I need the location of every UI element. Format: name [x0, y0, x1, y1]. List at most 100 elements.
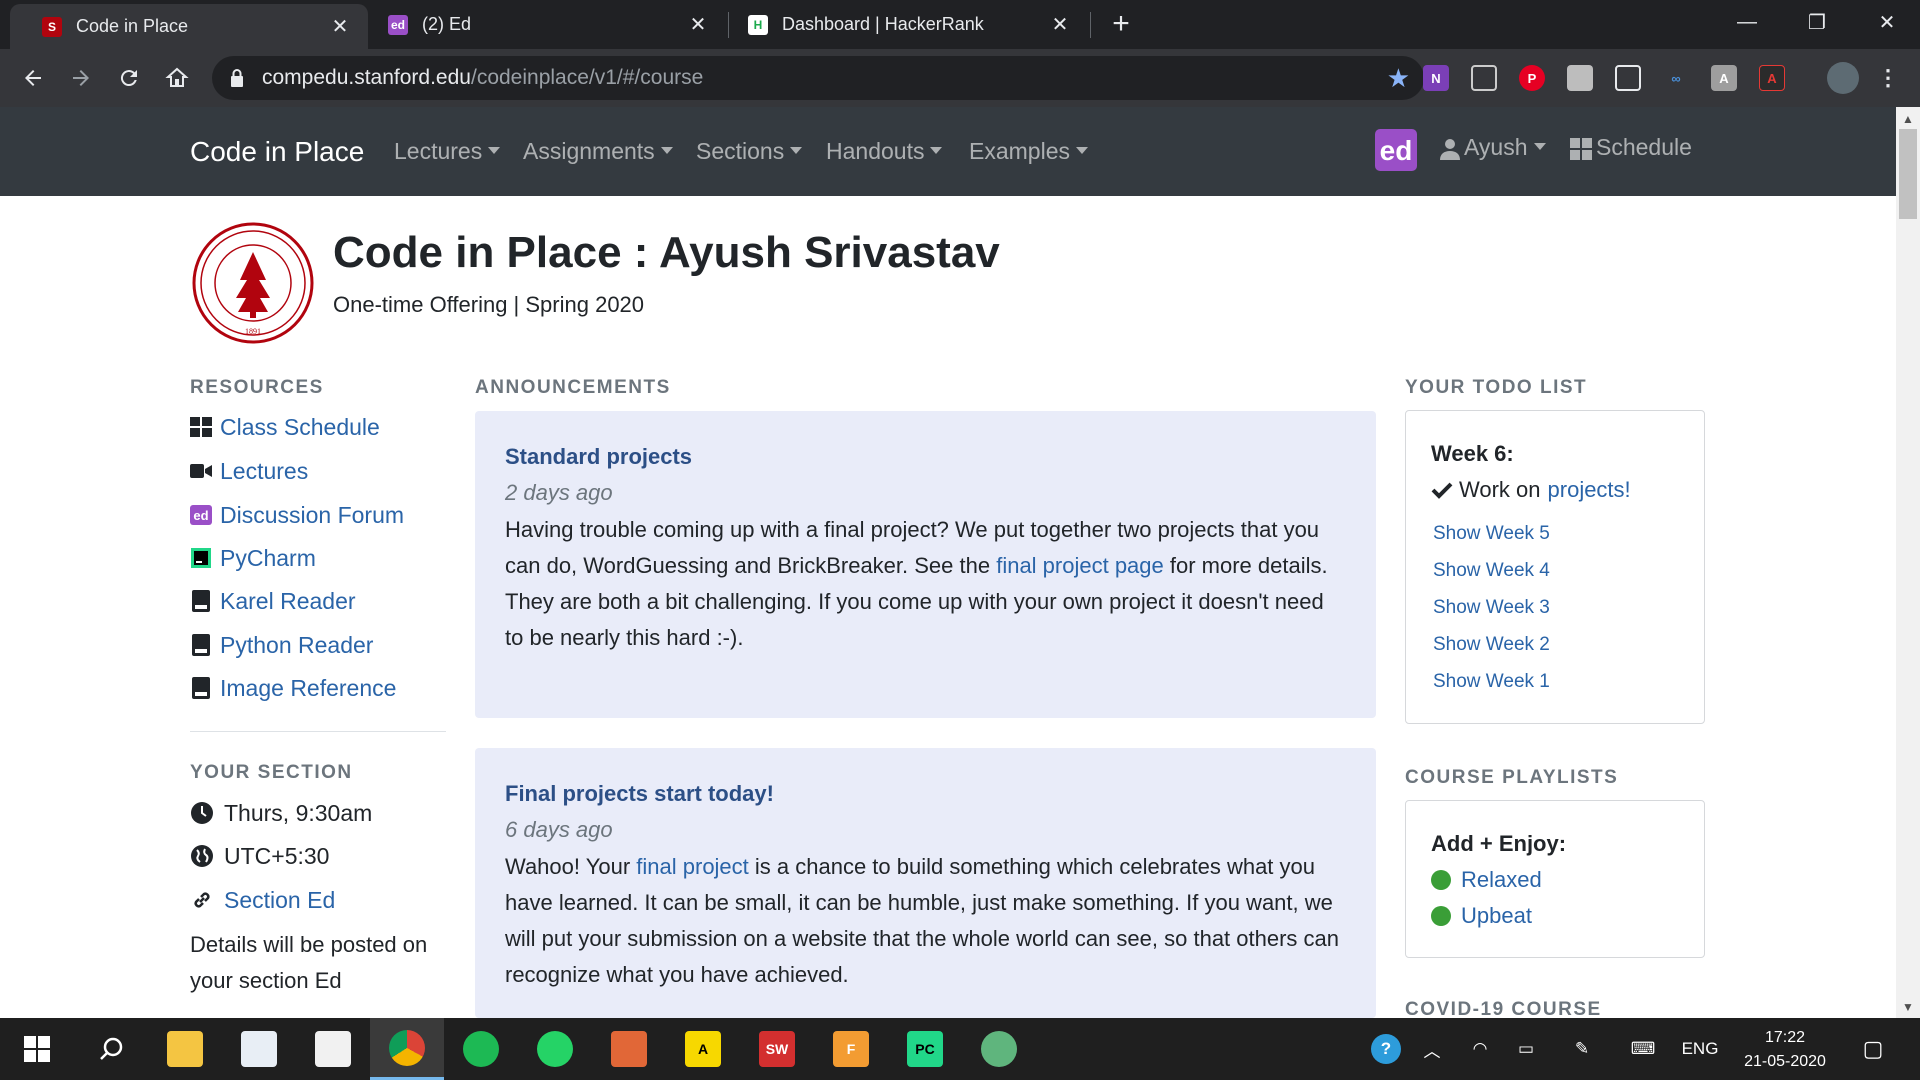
taskbar-file-explorer[interactable]: [148, 1018, 222, 1080]
tab-code-in-place[interactable]: S Code in Place ✕: [10, 4, 368, 49]
tab-ed[interactable]: ed (2) Ed ✕: [368, 0, 726, 49]
projects-link[interactable]: projects!: [1548, 477, 1631, 503]
profile-avatar[interactable]: [1827, 62, 1859, 94]
resource-karel-reader[interactable]: Karel Reader: [190, 586, 356, 616]
scroll-up-icon[interactable]: ▲: [1902, 112, 1914, 126]
nav-label: Examples: [969, 138, 1070, 164]
site-navbar: Code in Place Lectures Assignments Secti…: [0, 107, 1896, 196]
section-details-text: Details will be posted on your section E…: [190, 932, 428, 993]
lock-icon[interactable]: [230, 68, 244, 88]
close-tab-icon[interactable]: ✕: [1046, 12, 1074, 37]
search-button[interactable]: [74, 1018, 148, 1080]
clock-date: 21-05-2020: [1744, 1053, 1826, 1070]
taskbar-store[interactable]: [296, 1018, 370, 1080]
language-indicator[interactable]: ENG: [1676, 1018, 1724, 1080]
start-button[interactable]: [0, 1018, 74, 1080]
keyboard-icon[interactable]: ⌨: [1618, 1018, 1668, 1080]
pocket-extension-icon[interactable]: [1471, 65, 1497, 91]
browser-tab-strip: S Code in Place ✕ ed (2) Ed ✕ H Dashboar…: [0, 0, 1920, 49]
taskbar-solidworks[interactable]: SW: [740, 1018, 814, 1080]
window-extension-icon[interactable]: [1615, 65, 1641, 91]
show-week-2-link[interactable]: Show Week 2: [1433, 634, 1550, 656]
nav-examples-dropdown[interactable]: Examples: [969, 107, 1088, 196]
todo-week: Week 6:: [1431, 441, 1514, 466]
taskbar-archicad[interactable]: A: [666, 1018, 740, 1080]
windows-taskbar: A SW F PC ? ︿ ◠ ▭ ✎ ⌨ ENG 17:22 21-05-202…: [0, 1018, 1920, 1080]
forward-icon[interactable]: [65, 62, 97, 94]
announcement-title[interactable]: Final projects start today!: [505, 781, 774, 807]
show-week-3-link[interactable]: Show Week 3: [1433, 597, 1550, 619]
nav-lectures-dropdown[interactable]: Lectures: [394, 107, 501, 196]
todo-text: Work on: [1459, 477, 1541, 502]
checkmark-icon: [1431, 482, 1453, 499]
address-bar[interactable]: compedu.stanford.edu/codeinplace/v1/#/co…: [212, 56, 1424, 100]
tray-chevron-up-icon[interactable]: ︿: [1412, 1018, 1452, 1080]
show-week-1-link[interactable]: Show Week 1: [1433, 671, 1550, 693]
tab-hackerrank[interactable]: H Dashboard | HackerRank ✕: [730, 0, 1088, 49]
grammar-extension-icon[interactable]: A: [1711, 65, 1737, 91]
resource-python-reader[interactable]: Python Reader: [190, 630, 373, 660]
taskbar-fusion[interactable]: F: [814, 1018, 888, 1080]
taskbar-pycharm[interactable]: PC: [888, 1018, 962, 1080]
show-week-5-link[interactable]: Show Week 5: [1433, 523, 1550, 545]
help-icon[interactable]: ?: [1366, 1018, 1406, 1080]
back-icon[interactable]: [17, 62, 49, 94]
battery-icon[interactable]: ▭: [1506, 1018, 1546, 1080]
scroll-down-icon[interactable]: ▼: [1902, 1000, 1914, 1014]
pen-icon[interactable]: ✎: [1562, 1018, 1602, 1080]
close-tab-icon[interactable]: ✕: [684, 12, 712, 37]
user-dropdown[interactable]: Ayush: [1440, 103, 1546, 192]
final-project-link[interactable]: final project: [636, 854, 749, 879]
site-brand[interactable]: Code in Place: [190, 107, 364, 196]
ed-logo-button[interactable]: ed: [1375, 129, 1417, 171]
scrollbar-thumb[interactable]: [1899, 129, 1917, 219]
resource-label: Class Schedule: [220, 413, 380, 440]
taskbar-atom[interactable]: [962, 1018, 1036, 1080]
stanford-seal-logo: 1891: [192, 222, 314, 344]
reload-icon[interactable]: [113, 62, 145, 94]
resource-pycharm[interactable]: PyCharm: [190, 543, 316, 573]
restore-icon[interactable]: ❐: [1782, 0, 1852, 44]
pdf-extension-icon[interactable]: A: [1759, 65, 1785, 91]
close-tab-icon[interactable]: ✕: [326, 14, 354, 39]
announcement-title[interactable]: Standard projects: [505, 444, 692, 470]
home-icon[interactable]: [161, 62, 193, 94]
taskbar-matlab[interactable]: [592, 1018, 666, 1080]
resource-image-reference[interactable]: Image Reference: [190, 673, 396, 703]
onenote-extension-icon[interactable]: N: [1423, 65, 1449, 91]
window-close-icon[interactable]: ✕: [1852, 0, 1920, 44]
taskbar-chrome[interactable]: [370, 1018, 444, 1080]
show-week-4-link[interactable]: Show Week 4: [1433, 560, 1550, 582]
new-tab-button[interactable]: +: [1106, 9, 1136, 40]
whatsapp-icon: [537, 1031, 573, 1067]
minimize-icon[interactable]: —: [1712, 0, 1782, 44]
taskbar-spotify[interactable]: [444, 1018, 518, 1080]
playlist-upbeat-link[interactable]: Upbeat: [1431, 903, 1532, 929]
nav-handouts-dropdown[interactable]: Handouts: [826, 107, 943, 196]
playlist-relaxed-link[interactable]: Relaxed: [1431, 867, 1542, 893]
bookmark-star-icon[interactable]: ★: [1387, 64, 1410, 92]
matlab-icon: [611, 1031, 647, 1067]
taskbar-clock[interactable]: 17:22 21-05-2020: [1730, 1026, 1840, 1074]
resource-lectures[interactable]: Lectures: [190, 456, 308, 486]
glasses-extension-icon[interactable]: ∞: [1663, 65, 1689, 91]
camera-extension-icon[interactable]: [1567, 65, 1593, 91]
taskbar-paint3d[interactable]: [222, 1018, 296, 1080]
resource-discussion-forum[interactable]: ed Discussion Forum: [190, 500, 404, 530]
pinterest-extension-icon[interactable]: P: [1519, 65, 1545, 91]
section-ed-link[interactable]: Section Ed: [190, 885, 335, 915]
taskbar-whatsapp[interactable]: [518, 1018, 592, 1080]
ed-favicon-icon: ed: [388, 14, 408, 35]
notifications-icon[interactable]: ▢: [1848, 1018, 1898, 1080]
caret-down-icon: [1075, 147, 1088, 155]
resource-class-schedule[interactable]: Class Schedule: [190, 412, 380, 442]
wifi-icon[interactable]: ◠: [1460, 1018, 1500, 1080]
nav-schedule-link[interactable]: Schedule: [1570, 103, 1692, 192]
browser-menu-icon[interactable]: ⋮: [1875, 65, 1901, 91]
section-time: Thurs, 9:30am: [190, 798, 372, 828]
final-project-page-link[interactable]: final project page: [996, 553, 1164, 578]
nav-assignments-dropdown[interactable]: Assignments: [523, 107, 673, 196]
archicad-icon: A: [685, 1031, 721, 1067]
nav-sections-dropdown[interactable]: Sections: [696, 107, 803, 196]
page-scrollbar[interactable]: [1896, 107, 1920, 1018]
